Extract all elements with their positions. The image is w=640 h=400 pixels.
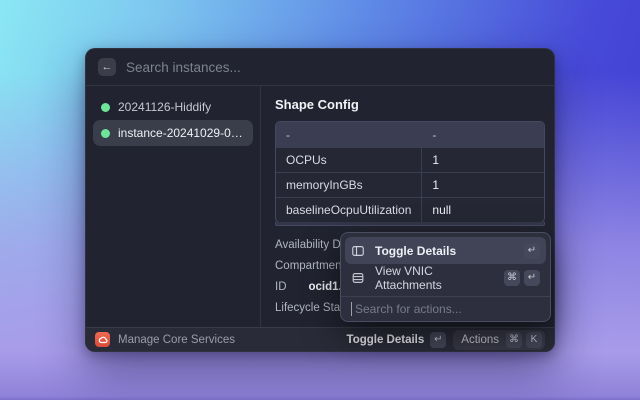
attachments-list-icon bbox=[351, 271, 367, 285]
table-row: baselineOcpuUtilization null bbox=[276, 197, 544, 222]
detail-title: Shape Config bbox=[275, 97, 545, 112]
table-cell-key: OCPUs bbox=[276, 147, 422, 172]
actions-label: Actions bbox=[461, 334, 499, 346]
sidebar-toggle-icon bbox=[351, 244, 367, 258]
search-header: ← bbox=[86, 49, 554, 86]
footer-bar: Manage Core Services Toggle Details ↵ Ac… bbox=[86, 327, 554, 351]
instance-list: 20241126-Hiddify instance-20241029-0105-… bbox=[86, 86, 261, 327]
meta-label: Lifecycle State bbox=[275, 302, 350, 314]
cmd-key-chip: ⌘ bbox=[504, 270, 520, 286]
list-item-instance-0[interactable]: 20241126-Hiddify bbox=[93, 94, 253, 120]
table-cell-key: - bbox=[276, 122, 422, 147]
table-cell-value: 1 bbox=[422, 172, 544, 197]
action-item-view-vnic-attachments[interactable]: View VNIC Attachments ⌘ ↵ bbox=[345, 264, 546, 291]
action-label: View VNIC Attachments bbox=[375, 264, 496, 292]
action-item-toggle-details[interactable]: Toggle Details ↵ bbox=[345, 237, 546, 264]
toggle-details-button[interactable]: Toggle Details ↵ bbox=[347, 332, 447, 348]
actions-search-input[interactable] bbox=[351, 302, 540, 316]
actions-popup: Toggle Details ↵ View VNIC Attachments ⌘… bbox=[340, 232, 551, 322]
table-cell-value: - bbox=[422, 122, 544, 147]
popup-search-row bbox=[341, 297, 550, 321]
list-item-instance-1[interactable]: instance-20241029-0105-Hesti… bbox=[93, 120, 253, 146]
search-input[interactable] bbox=[126, 60, 542, 75]
oracle-cloud-icon bbox=[95, 332, 110, 347]
status-dot bbox=[101, 129, 110, 138]
table-cell-value: null bbox=[422, 197, 544, 222]
instance-name: instance-20241029-0105-Hesti… bbox=[118, 126, 245, 140]
actions-button[interactable]: Actions ⌘ K bbox=[453, 330, 545, 350]
footer-actions: Toggle Details ↵ Actions ⌘ K bbox=[347, 330, 545, 350]
enter-key-chip: ↵ bbox=[524, 243, 540, 259]
footer-app-label: Manage Core Services bbox=[118, 334, 235, 346]
k-key-chip: K bbox=[526, 332, 542, 348]
meta-label: ID bbox=[275, 281, 287, 293]
table-row: OCPUs 1 bbox=[276, 147, 544, 172]
table-row: memoryInGBs 1 bbox=[276, 172, 544, 197]
instance-name: 20241126-Hiddify bbox=[118, 100, 211, 114]
shape-config-table: - - OCPUs 1 memoryInGBs 1 baselineOcpuUt… bbox=[275, 121, 545, 223]
table-row: - - bbox=[276, 122, 544, 147]
table-partial-row bbox=[275, 222, 545, 226]
toggle-details-label: Toggle Details bbox=[347, 334, 425, 346]
table-cell-key: baselineOcpuUtilization bbox=[276, 197, 422, 222]
enter-key-chip: ↵ bbox=[524, 270, 540, 286]
back-button[interactable]: ← bbox=[98, 58, 116, 76]
enter-key-chip: ↵ bbox=[430, 332, 446, 348]
table-cell-value: 1 bbox=[422, 147, 544, 172]
status-dot bbox=[101, 103, 110, 112]
cmd-key-chip: ⌘ bbox=[506, 332, 522, 348]
actions-popup-items: Toggle Details ↵ View VNIC Attachments ⌘… bbox=[341, 233, 550, 295]
action-label: Toggle Details bbox=[375, 244, 456, 258]
table-cell-key: memoryInGBs bbox=[276, 172, 422, 197]
